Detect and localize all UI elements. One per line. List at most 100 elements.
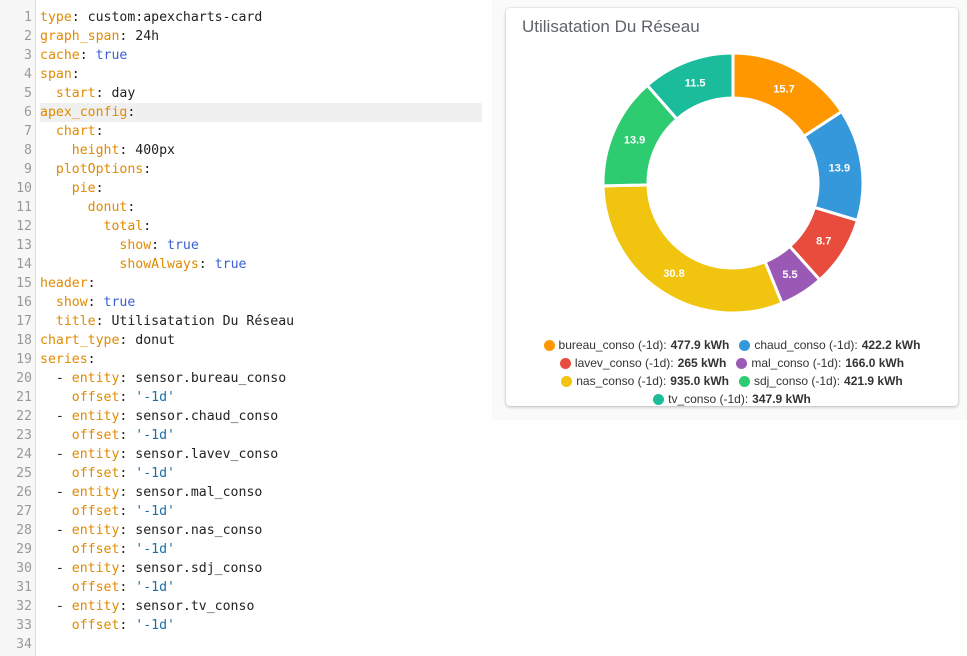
code-line[interactable]: 4 span:	[0, 65, 486, 84]
code-text[interactable]: - entity: sensor.bureau_conso	[40, 369, 482, 388]
code-line[interactable]: 15header:	[0, 274, 486, 293]
code-line[interactable]: 21 offset: '-1d'	[0, 388, 486, 407]
legend-item[interactable]: bureau_conso (-1d):477.9 kWh	[544, 336, 730, 354]
yaml-key: entity	[72, 561, 120, 576]
code-text[interactable]: start: day	[40, 84, 482, 103]
yaml-boolean: true	[96, 48, 128, 63]
code-text[interactable]: title: Utilisatation Du Réseau	[40, 312, 482, 331]
code-line[interactable]: 1type: custom:apexcharts-card	[0, 8, 486, 27]
legend-marker	[560, 358, 571, 369]
code-text[interactable]: - entity: sensor.sdj_conso	[40, 559, 482, 578]
legend-series-name: mal_conso (-1d):	[751, 354, 841, 372]
code-line[interactable]: 23 offset: '-1d'	[0, 426, 486, 445]
code-text[interactable]: show: true	[40, 236, 482, 255]
yaml-value: :	[119, 542, 135, 557]
code-line[interactable]: 8 height: 400px	[0, 141, 486, 160]
code-text[interactable]: header:	[40, 274, 482, 293]
legend-item[interactable]: chaud_conso (-1d):422.2 kWh	[739, 336, 920, 354]
code-text[interactable]: type: custom:apexcharts-card	[40, 8, 482, 27]
line-number: 22	[0, 407, 32, 426]
code-text[interactable]: - entity: sensor.mal_conso	[40, 483, 482, 502]
line-number: 13	[0, 236, 32, 255]
code-line[interactable]: 3cache: true	[0, 46, 486, 65]
code-text[interactable]: - entity: sensor.lavev_conso	[40, 445, 482, 464]
code-text[interactable]: total:	[40, 217, 482, 236]
code-text[interactable]: cache: true	[40, 46, 482, 65]
slice-percent-label: 13.9	[624, 135, 645, 147]
code-line[interactable]: 10 pie:	[0, 179, 486, 198]
code-text[interactable]: offset: '-1d'	[40, 502, 482, 521]
legend-item[interactable]: lavev_conso (-1d):265 kWh	[560, 354, 726, 372]
code-line[interactable]: 33 offset: '-1d'	[0, 616, 486, 635]
code-text[interactable]: offset: '-1d'	[40, 464, 482, 483]
code-text[interactable]: - entity: sensor.chaud_conso	[40, 407, 482, 426]
code-line[interactable]: 6apex_config:	[0, 103, 486, 122]
code-text[interactable]: donut:	[40, 198, 482, 217]
code-line[interactable]: 16 show: true	[0, 293, 486, 312]
legend-item[interactable]: tv_conso (-1d):347.9 kWh	[653, 390, 811, 408]
legend-series-value: 477.9 kWh	[671, 336, 730, 354]
code-line[interactable]: 27 offset: '-1d'	[0, 502, 486, 521]
code-text[interactable]: series:	[40, 350, 482, 369]
code-text[interactable]: - entity: sensor.nas_conso	[40, 521, 482, 540]
yaml-key: plotOptions	[40, 162, 143, 177]
code-line[interactable]: 25 offset: '-1d'	[0, 464, 486, 483]
yaml-key: entity	[72, 523, 120, 538]
code-text[interactable]: apex_config:	[40, 103, 482, 122]
code-line[interactable]: 26 - entity: sensor.mal_conso	[0, 483, 486, 502]
code-line[interactable]: 13 show: true	[0, 236, 486, 255]
code-line[interactable]: 19 series:	[0, 350, 486, 369]
code-line[interactable]: 29 offset: '-1d'	[0, 540, 486, 559]
yaml-value: :	[199, 257, 215, 272]
code-text[interactable]: showAlways: true	[40, 255, 482, 274]
code-line[interactable]: 22 - entity: sensor.chaud_conso	[0, 407, 486, 426]
code-line[interactable]: 2graph_span: 24h	[0, 27, 486, 46]
code-line[interactable]: 18chart_type: donut	[0, 331, 486, 350]
code-text[interactable]: offset: '-1d'	[40, 426, 482, 445]
code-line[interactable]: 32 - entity: sensor.tv_conso	[0, 597, 486, 616]
yaml-value: :	[119, 390, 135, 405]
yaml-value: :	[80, 48, 96, 63]
legend-item[interactable]: mal_conso (-1d):166.0 kWh	[736, 354, 904, 372]
code-line[interactable]: 30 - entity: sensor.sdj_conso	[0, 559, 486, 578]
code-line[interactable]: 5 start: day	[0, 84, 486, 103]
code-line[interactable]: 14 showAlways: true	[0, 255, 486, 274]
code-line[interactable]: 12 total:	[0, 217, 486, 236]
code-text[interactable]: graph_span: 24h	[40, 27, 482, 46]
code-text[interactable]: height: 400px	[40, 141, 482, 160]
code-text[interactable]: offset: '-1d'	[40, 616, 482, 635]
yaml-code-editor[interactable]: 1type: custom:apexcharts-card2graph_span…	[0, 0, 486, 656]
yaml-string: '-1d'	[135, 504, 175, 519]
code-text[interactable]: offset: '-1d'	[40, 578, 482, 597]
code-text[interactable]: span:	[40, 65, 482, 84]
code-text[interactable]: offset: '-1d'	[40, 540, 482, 559]
line-number: 4	[0, 65, 32, 84]
legend-item[interactable]: sdj_conso (-1d):421.9 kWh	[739, 372, 903, 390]
yaml-value: : donut	[119, 333, 175, 348]
code-text[interactable]: chart_type: donut	[40, 331, 482, 350]
legend-series-value: 166.0 kWh	[845, 354, 904, 372]
line-number: 19	[0, 350, 32, 369]
legend-item[interactable]: nas_conso (-1d):935.0 kWh	[561, 372, 729, 390]
line-number: 14	[0, 255, 32, 274]
legend-series-value: 347.9 kWh	[752, 390, 811, 408]
code-text[interactable]: pie:	[40, 179, 482, 198]
code-line[interactable]: 11 donut:	[0, 198, 486, 217]
code-line[interactable]: 9 plotOptions:	[0, 160, 486, 179]
code-line[interactable]: 20 - entity: sensor.bureau_conso	[0, 369, 486, 388]
code-line[interactable]: 31 offset: '-1d'	[0, 578, 486, 597]
code-text[interactable]: plotOptions:	[40, 160, 482, 179]
code-text[interactable]: - entity: sensor.tv_conso	[40, 597, 482, 616]
code-line[interactable]: 17 title: Utilisatation Du Réseau	[0, 312, 486, 331]
yaml-key: entity	[72, 485, 120, 500]
code-text[interactable]: show: true	[40, 293, 482, 312]
code-line[interactable]: 28 - entity: sensor.nas_conso	[0, 521, 486, 540]
code-line[interactable]: 24 - entity: sensor.lavev_conso	[0, 445, 486, 464]
code-text[interactable]	[40, 635, 482, 654]
code-text[interactable]: offset: '-1d'	[40, 388, 482, 407]
donut-slice[interactable]	[603, 185, 782, 313]
code-line[interactable]: 34	[0, 635, 486, 654]
code-line[interactable]: 7 chart:	[0, 122, 486, 141]
code-text[interactable]: chart:	[40, 122, 482, 141]
legend-series-name: nas_conso (-1d):	[576, 372, 666, 390]
